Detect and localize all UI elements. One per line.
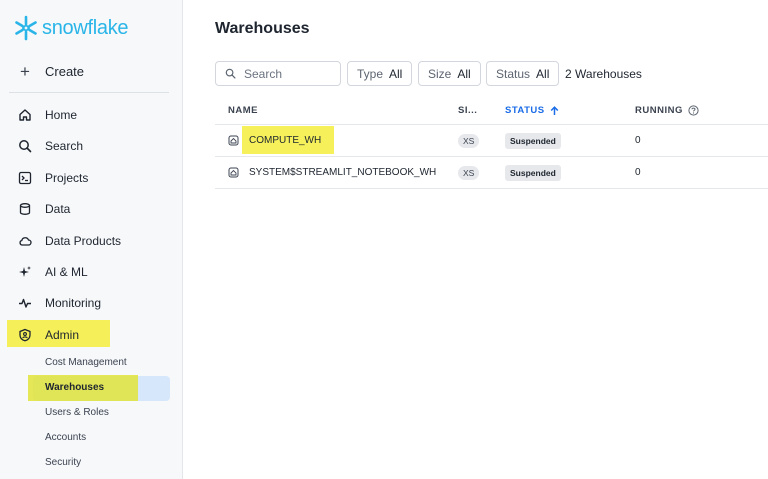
filter-value: All (536, 66, 550, 81)
search-icon (18, 139, 32, 153)
filter-status[interactable]: Status All (486, 61, 560, 86)
column-header-label: NAME (228, 105, 258, 116)
sidebar-divider (9, 92, 169, 93)
sidebar-item-label: Home (45, 108, 78, 122)
sidebar-item-label: Search (45, 139, 84, 153)
plus-icon: + (20, 62, 30, 81)
sidebar-item-data-products[interactable]: Data Products (18, 231, 121, 251)
filter-value: All (389, 66, 403, 81)
row-divider (215, 188, 768, 189)
warehouse-name[interactable]: SYSTEM$STREAMLIT_NOTEBOOK_WH (249, 157, 436, 188)
help-icon[interactable] (688, 105, 699, 116)
sidebar-item-ai-ml[interactable]: AI & ML (18, 262, 88, 282)
running-count: 0 (635, 167, 641, 178)
sparkle-icon (18, 265, 32, 279)
sidebar-item-label: AI & ML (45, 265, 88, 279)
brand-name: snowflake (42, 16, 129, 39)
sidebar-item-admin[interactable]: Admin (18, 325, 79, 345)
sidebar-item-search[interactable]: Search (18, 136, 83, 156)
sidebar-subitem-accounts[interactable]: Accounts (45, 432, 86, 443)
sort-ascending-icon (550, 105, 558, 115)
cloud-icon (18, 234, 32, 248)
size-badge: XS (458, 165, 480, 180)
sidebar-subitem-users-roles[interactable]: Users & Roles (45, 407, 109, 418)
filter-size[interactable]: Size All (418, 61, 481, 86)
sidebar-subitem-security[interactable]: Security (45, 457, 81, 468)
snowflake-icon (15, 15, 37, 41)
filter-label: Type (357, 66, 384, 81)
status-badge: Suspended (505, 132, 561, 149)
column-header-label: SI... (458, 105, 478, 116)
status-badge: Suspended (505, 164, 561, 181)
size-badge: XS (458, 133, 480, 148)
warehouse-name[interactable]: COMPUTE_WH (249, 125, 321, 156)
search-icon (225, 68, 236, 79)
warehouse-icon (228, 125, 239, 156)
sidebar-item-label: Admin (45, 328, 80, 342)
home-icon (18, 108, 32, 122)
sidebar-item-label: Data (45, 202, 71, 216)
create-label: Create (45, 64, 85, 79)
search-input[interactable] (244, 66, 334, 81)
filter-label: Status (496, 66, 531, 81)
snowflake-logo[interactable]: snowflake (13, 15, 129, 41)
filter-label: Size (428, 66, 452, 81)
sidebar-item-data[interactable]: Data (18, 199, 70, 219)
sidebar-item-label: Data Products (45, 234, 122, 248)
table-row[interactable]: SYSTEM$STREAMLIT_NOTEBOOK_WH XS Suspende… (215, 157, 768, 188)
sidebar-subitem-warehouses[interactable]: Warehouses (45, 382, 104, 393)
column-header-label: RUNNING (635, 105, 683, 116)
filter-type[interactable]: Type All (347, 61, 413, 86)
column-header-running[interactable]: RUNNING (635, 105, 699, 116)
activity-icon (18, 296, 32, 310)
sidebar: snowflake + Create Home Search Projects … (0, 0, 183, 479)
column-header-status[interactable]: STATUS (505, 105, 559, 116)
sidebar-item-label: Projects (45, 171, 89, 185)
create-button[interactable]: + Create (18, 63, 84, 80)
page-title: Warehouses (215, 20, 310, 37)
sidebar-item-home[interactable]: Home (18, 105, 77, 125)
sidebar-item-monitoring[interactable]: Monitoring (18, 293, 101, 313)
sidebar-subitem-cost-management[interactable]: Cost Management (45, 357, 127, 368)
warehouse-icon (228, 157, 239, 188)
column-header-size[interactable]: SI... (458, 105, 477, 116)
terminal-icon (18, 171, 32, 185)
table-row[interactable]: COMPUTE_WH XS Suspended 0 (215, 125, 768, 156)
warehouse-count: 2 Warehouses (565, 67, 642, 81)
database-icon (18, 202, 32, 216)
sidebar-item-label: Monitoring (45, 296, 102, 310)
shield-icon (18, 328, 32, 342)
sidebar-item-projects[interactable]: Projects (18, 168, 88, 188)
column-header-label: STATUS (505, 105, 545, 116)
running-count: 0 (635, 135, 641, 146)
search-box[interactable] (215, 61, 341, 86)
filter-value: All (457, 66, 471, 81)
column-header-name[interactable]: NAME (228, 105, 258, 116)
